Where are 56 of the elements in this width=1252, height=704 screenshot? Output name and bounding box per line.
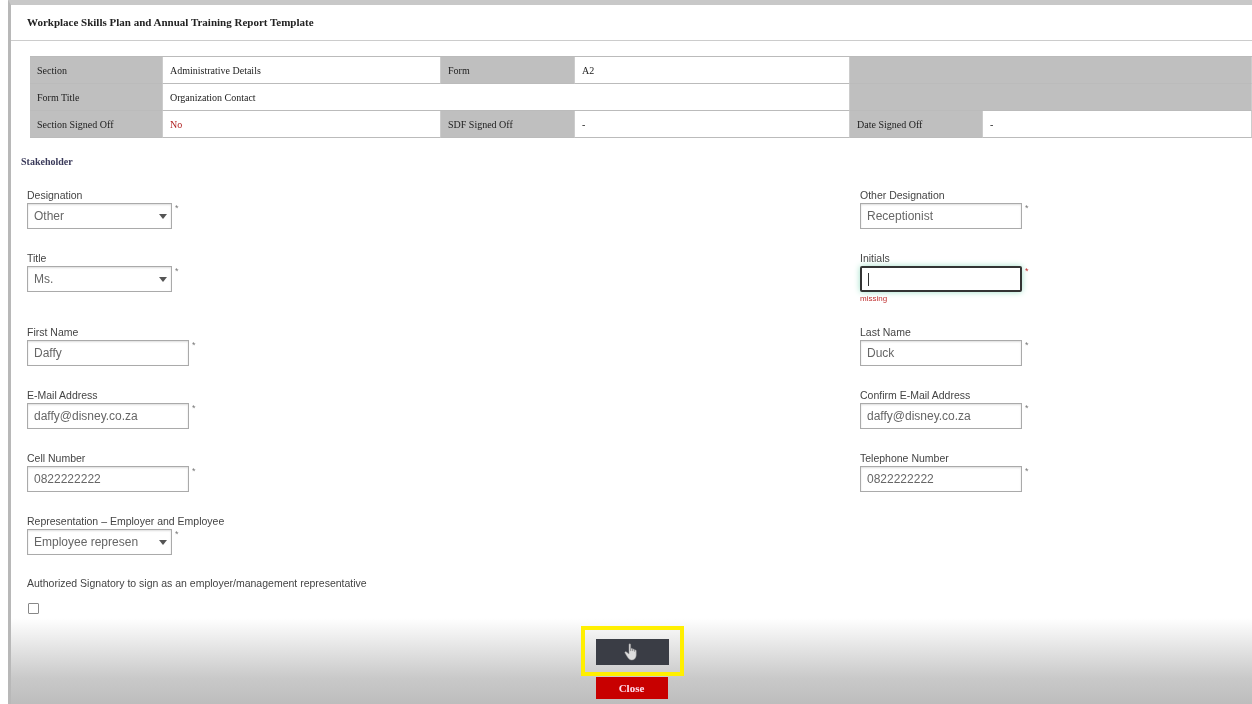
header-cell: Section Signed Off — [30, 111, 163, 138]
required-marker: * — [1025, 266, 1029, 276]
field-label: Telephone Number — [860, 452, 950, 466]
header-cell: Section — [30, 57, 163, 84]
caret-icon — [159, 539, 167, 545]
input-field[interactable]: Duck — [860, 340, 1022, 366]
field-label: Cell Number — [27, 452, 87, 466]
dropdown[interactable]: Other — [27, 203, 172, 229]
required-marker: * — [175, 266, 179, 276]
header-cell: Date Signed Off — [850, 111, 983, 138]
required-marker: * — [1025, 340, 1029, 350]
required-marker: * — [1025, 466, 1029, 476]
required-marker: * — [192, 340, 196, 350]
field-label: Title — [27, 252, 48, 266]
hand-cursor-icon — [624, 643, 640, 661]
header-cell: Form Title — [30, 84, 163, 111]
table-cell: A2 — [575, 57, 850, 84]
table-cell: Organization Contact — [163, 84, 850, 111]
input-field[interactable]: daffy@disney.co.za — [860, 403, 1022, 429]
window-title: Workplace Skills Plan and Annual Training Report Template — [11, 5, 1252, 41]
checkbox-label: Authorized Signatory to sign as an employer/management representative — [27, 577, 368, 589]
field-label: E-Mail Address — [27, 389, 99, 403]
caret-icon — [159, 213, 167, 219]
dropdown[interactable]: Employee represen — [27, 529, 172, 555]
input-field[interactable]: 0822222222 — [27, 466, 189, 492]
section-heading: Stakeholder — [21, 156, 74, 167]
input-field[interactable]: daffy@disney.co.za — [27, 403, 189, 429]
required-marker: * — [1025, 203, 1029, 213]
dropdown[interactable]: Ms. — [27, 266, 172, 292]
input-field[interactable]: Receptionist — [860, 203, 1022, 229]
field-label: Representation – Employer and Employee — [27, 515, 226, 529]
field-label: Designation — [27, 189, 84, 203]
required-marker: * — [175, 203, 179, 213]
field-label: Other Designation — [860, 189, 946, 203]
field-label: Last Name — [860, 326, 912, 340]
input-field[interactable] — [860, 266, 1022, 292]
table-cell: - — [983, 111, 1252, 138]
checkbox[interactable] — [28, 603, 39, 614]
required-marker: * — [1025, 403, 1029, 413]
input-field[interactable]: 0822222222 — [860, 466, 1022, 492]
required-marker: * — [175, 529, 179, 539]
input-field[interactable]: Daffy — [27, 340, 189, 366]
table-cell: - — [575, 111, 850, 138]
table-cell: Administrative Details — [163, 57, 441, 84]
required-marker: * — [192, 403, 196, 413]
field-label: Confirm E-Mail Address — [860, 389, 972, 403]
save-button[interactable] — [595, 639, 669, 665]
header-cell: Form — [441, 57, 575, 84]
caret-icon — [159, 276, 167, 282]
header-cell: SDF Signed Off — [441, 111, 575, 138]
field-label: First Name — [27, 326, 80, 340]
status-cell: No — [163, 111, 441, 138]
error-message: missing — [860, 294, 889, 303]
close-button[interactable]: Close — [595, 677, 668, 699]
required-marker: * — [192, 466, 196, 476]
field-label: Initials — [860, 252, 891, 266]
